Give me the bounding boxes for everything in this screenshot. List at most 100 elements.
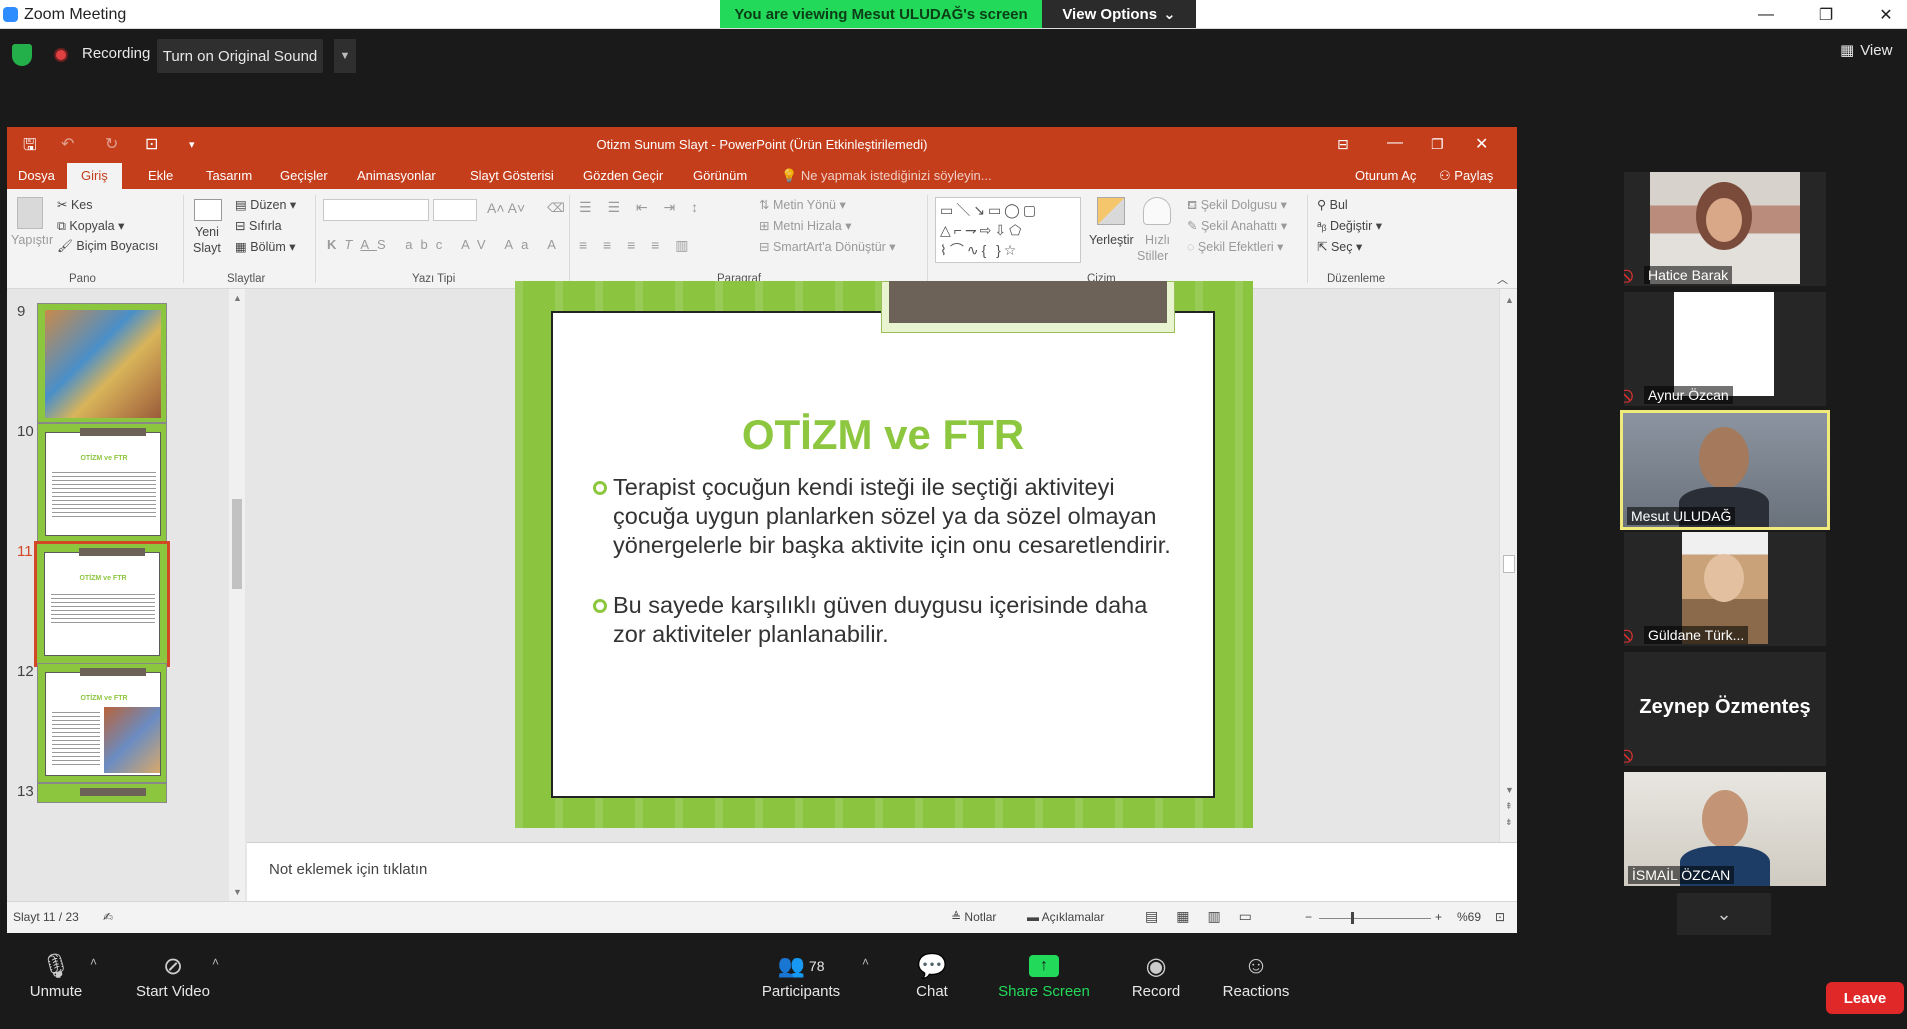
record-button[interactable]: ◉ Record [1124,949,1188,1001]
participant-tile[interactable]: İSMAİL ÖZCAN [1624,772,1826,886]
start-video-button[interactable]: ⊘ Start Video [128,949,218,1001]
original-sound-dropdown[interactable]: ▼ [334,39,356,73]
slide-title[interactable]: OTİZM ve FTR [551,411,1215,459]
tab-transitions[interactable]: Geçişler [280,168,328,183]
reactions-button[interactable]: ☺ Reactions [1216,949,1296,1000]
quick-styles-label-2[interactable]: Stiller [1137,249,1168,263]
list-icons[interactable]: ☰ ☰ ⇤ ⇥ ↕ [579,199,704,216]
view-button[interactable]: ▦ View [1840,41,1892,60]
tab-file[interactable]: Dosya [18,168,55,183]
next-slide-icon[interactable]: ⇟ [1505,817,1513,828]
participant-tile[interactable]: ⃠ Hatice Barak [1624,172,1826,286]
select-button[interactable]: ⇱ Seç ▾ [1317,239,1362,254]
participant-tile-active-speaker[interactable]: Mesut ULUDAĞ [1620,410,1830,530]
video-options-caret[interactable]: ˄ [212,955,219,969]
thumbnail-slide-10[interactable]: OTİZM ve FTR [37,423,167,543]
shape-fill-button[interactable]: ⛾ Şekil Dolgusu ▾ [1187,197,1287,214]
chat-button[interactable]: 💬 Chat [902,949,962,1001]
thumbnail-slide-11-selected[interactable]: OTİZM ve FTR [34,541,170,667]
reset-button[interactable]: ⊟ Sıfırla [235,218,282,233]
scroll-down-icon[interactable]: ▼ [233,887,242,897]
current-slide[interactable]: OTİZM ve FTR Terapist çocuğun kendi iste… [515,281,1253,828]
minimize-button[interactable]: — [1740,0,1792,29]
tell-me-search[interactable]: 💡 Ne yapmak istediğinizi söyleyin... [781,168,992,184]
zoom-in-icon[interactable]: + [1435,910,1442,924]
font-size-box[interactable] [433,199,477,221]
fit-to-window-icon[interactable]: ⊡ [1495,910,1505,924]
new-slide-label-2[interactable]: Slayt [193,241,221,255]
notes-toggle[interactable]: ≜ Notlar [951,910,996,924]
section-button[interactable]: ▦ Bölüm ▾ [235,239,295,254]
leave-button[interactable]: Leave [1826,982,1904,1014]
quick-styles-label-1[interactable]: Hızlı [1145,233,1170,247]
smartart-button[interactable]: ⊟ SmartArt'a Dönüştür ▾ [759,239,896,254]
participants-options-caret[interactable]: ˄ [862,955,869,969]
thumbnail-slide-12[interactable]: OTİZM ve FTR [37,663,167,783]
close-button[interactable]: ✕ [1860,0,1907,29]
view-mode-icons[interactable]: ▤▦▥▭ [1145,908,1270,925]
maximize-button[interactable]: ❐ [1800,0,1852,29]
comments-toggle[interactable]: ▬ Açıklamalar [1027,910,1104,924]
new-slide-label-1[interactable]: Yeni [195,225,219,239]
spellcheck-icon[interactable]: ✍ [103,910,113,924]
scrollbar-thumb[interactable] [232,499,242,589]
thumbnail-slide-9[interactable] [37,303,167,423]
more-participants-button[interactable]: ⌄ [1677,893,1771,935]
align-icons[interactable]: ≡ ≡ ≡ ≡ ▥ [579,237,694,254]
original-sound-button[interactable]: Turn on Original Sound [157,39,323,73]
slide-bullet[interactable]: Terapist çocuğun kendi isteği ile seçtiğ… [593,473,1173,560]
sign-in-link[interactable]: Oturum Aç [1355,168,1416,183]
paste-button[interactable]: Yapıştır [11,233,53,247]
participants-button[interactable]: 👥 78 Participants [756,949,846,1000]
font-format-icons[interactable]: KTAS abc AV Aa A [327,237,564,252]
scrollbar-thumb[interactable] [1503,555,1515,573]
share-screen-button[interactable]: ↑ Share Screen [996,949,1092,1000]
zoom-slider[interactable] [1319,918,1431,919]
thumbnail-scrollbar[interactable]: ▲ ▼ [229,289,245,901]
arrange-button[interactable]: Yerleştir [1089,233,1134,247]
shapes-gallery[interactable]: ▭＼↘▭◯▢ △⌐⇁⇨⇩⬠ ⌇⌒∿{ }☆ [935,197,1081,263]
slide-bullet[interactable]: Bu sayede karşılıklı güven duygusu içeri… [593,591,1173,649]
grow-font-icon[interactable]: A˄ A˅ [487,200,525,216]
zoom-slider-thumb[interactable] [1351,912,1354,924]
copy-button[interactable]: ⧉ Kopyala ▾ [57,218,124,234]
tab-insert[interactable]: Ekle [148,168,173,183]
zoom-level[interactable]: %69 [1457,910,1481,924]
font-name-box[interactable] [323,199,429,221]
ppt-close-button[interactable]: ✕ [1475,134,1488,154]
previous-slide-icon[interactable]: ⇞ [1505,801,1513,812]
thumbnail-slide-13[interactable] [37,783,167,803]
notes-placeholder[interactable]: Not eklemek için tıklatın [269,861,427,878]
shape-outline-button[interactable]: ✎ Şekil Anahattı ▾ [1187,218,1287,233]
participant-tile[interactable]: ⃠ Aynur Özcan [1624,292,1826,406]
shield-icon[interactable] [12,44,32,66]
tab-design[interactable]: Tasarım [206,168,252,183]
scroll-up-icon[interactable]: ▲ [233,293,242,303]
participant-tile[interactable]: ⃠ Güldane Türk... [1624,532,1826,646]
collapse-ribbon-icon[interactable]: ︿ [1497,271,1508,287]
unmute-button[interactable]: 🎙 Unmute [18,949,94,1001]
clipboard-icon[interactable] [17,197,43,229]
tab-home[interactable]: Giriş [67,163,122,189]
slide-scrollbar[interactable]: ▲ ▼ ⇞ ⇟ [1499,289,1517,842]
tab-view[interactable]: Görünüm [693,168,747,183]
shape-effects-button[interactable]: ◌ Şekil Efektleri ▾ [1187,239,1283,254]
cut-button[interactable]: ✂ Kes [57,197,93,212]
find-button[interactable]: ⚲ Bul [1317,197,1348,212]
new-slide-icon[interactable] [194,199,222,221]
participant-tile-no-video[interactable]: Zeynep Özmenteş ⃠ [1624,652,1826,766]
align-text-button[interactable]: ⊞ Metni Hizala ▾ [759,218,852,233]
arrange-icon[interactable] [1097,197,1125,225]
clear-format-icon[interactable]: ⌫ [547,200,565,215]
ppt-minimize-button[interactable]: — [1387,134,1403,152]
scroll-down-icon[interactable]: ▼ [1505,785,1514,795]
zoom-out-icon[interactable]: − [1305,910,1312,924]
ppt-restore-button[interactable]: ❐ [1431,136,1444,153]
share-button[interactable]: ⚇ Paylaş [1439,168,1493,184]
format-painter-button[interactable]: 🖌 Biçim Boyacısı [57,239,158,254]
view-options-button[interactable]: View Options ⌄ [1042,0,1196,28]
text-direction-button[interactable]: ⇅ Metin Yönü ▾ [759,197,846,212]
tab-animations[interactable]: Animasyonlar [357,168,436,183]
audio-options-caret[interactable]: ˄ [90,955,97,969]
tab-slideshow[interactable]: Slayt Gösterisi [470,168,554,183]
